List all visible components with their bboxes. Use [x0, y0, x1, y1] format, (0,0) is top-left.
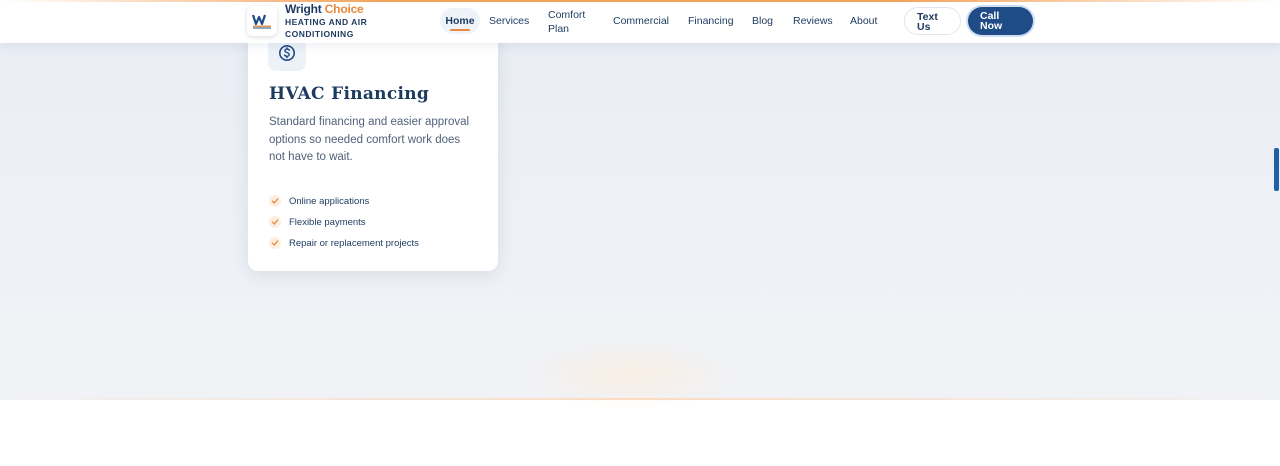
feature-list: Online applications Flexible payments Re…: [269, 194, 419, 257]
site-header: Wright Choice HEATING AND AIR CONDITIONI…: [0, 0, 1280, 43]
list-item: Online applications: [269, 194, 419, 208]
card-description: Standard financing and easier approval o…: [269, 116, 470, 163]
check-icon: [269, 195, 281, 207]
text-us-button[interactable]: Text Us: [904, 7, 961, 35]
financing-card: HVAC Financing Standard financing and ea…: [248, 28, 498, 271]
feature-label: Online applications: [289, 195, 370, 207]
brand-name-part1: Wright: [285, 2, 325, 16]
brand-subtitle: HEATING AND AIR CONDITIONING: [285, 17, 368, 39]
feature-label: Repair or replacement projects: [289, 237, 419, 249]
logo[interactable]: [247, 6, 277, 36]
nav-about[interactable]: About: [850, 14, 877, 28]
text-us-line2: Us: [917, 21, 931, 33]
feature-label: Flexible payments: [289, 216, 366, 228]
card-title: HVAC Financing: [269, 84, 430, 104]
nav-comfort-plan[interactable]: Comfort Plan: [548, 8, 585, 36]
header-accent-line: [0, 0, 1280, 2]
nav-financing[interactable]: Financing: [688, 14, 734, 28]
call-now-line2: Now: [980, 20, 1003, 32]
nav-blog[interactable]: Blog: [752, 14, 773, 28]
logo-mark-icon: [250, 12, 274, 30]
call-now-button[interactable]: Call Now: [968, 7, 1033, 35]
list-item: Flexible payments: [269, 215, 419, 229]
nav-reviews[interactable]: Reviews: [793, 14, 833, 28]
dollar-circle-icon: [279, 45, 295, 61]
brand-name-part2: Choice: [324, 2, 364, 16]
brand-name[interactable]: Wright Choice: [285, 2, 364, 16]
check-icon: [269, 237, 281, 249]
list-item: Repair or replacement projects: [269, 236, 419, 250]
nav-services[interactable]: Services: [489, 14, 529, 28]
nav-active-indicator: [450, 29, 470, 31]
nav-comfort-plan-line1: Comfort: [548, 9, 586, 21]
nav-comfort-plan-line2: Plan: [548, 23, 570, 35]
nav-home-label: Home: [445, 15, 475, 27]
scrollbar-thumb[interactable]: [1274, 148, 1279, 191]
check-icon: [269, 216, 281, 228]
nav-home[interactable]: Home: [440, 8, 480, 34]
section-divider: [0, 398, 1280, 400]
nav-commercial[interactable]: Commercial: [613, 14, 669, 28]
